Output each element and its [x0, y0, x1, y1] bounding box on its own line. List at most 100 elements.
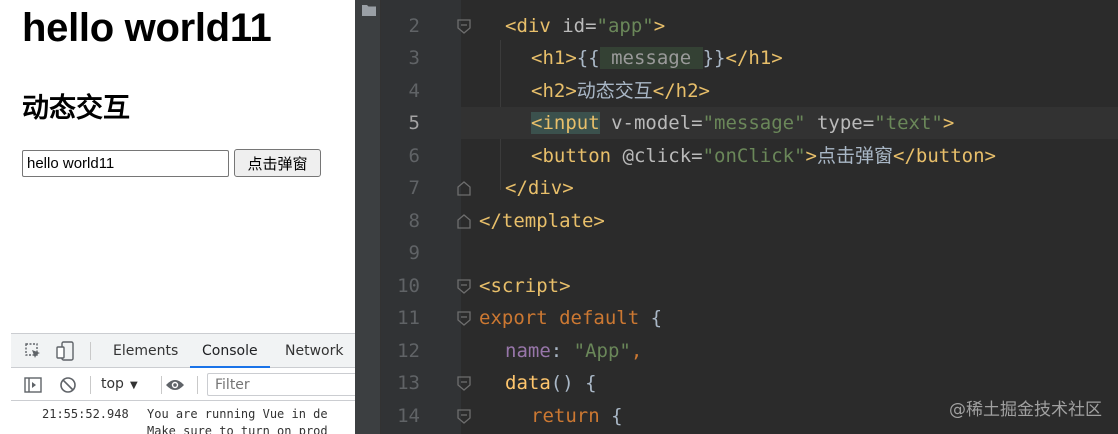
code-line[interactable]: 6 <button @click="onClick">点击弹窗</button>: [409, 140, 1118, 172]
line-number: 13: [397, 372, 420, 394]
code-text: export default {: [479, 302, 662, 334]
browser-preview: hello world11 动态交互 点击弹窗 Elements Console…: [0, 0, 355, 434]
code-line[interactable]: 11 export default {: [397, 302, 1118, 334]
context-label: top: [101, 376, 124, 392]
line-number: 4: [408, 80, 420, 102]
code-token: </template>: [479, 210, 605, 232]
code-token: () {: [550, 372, 597, 394]
console-filter-input[interactable]: [207, 373, 355, 396]
code-token: "app": [596, 15, 654, 37]
inspect-element-icon[interactable]: [22, 340, 44, 362]
code-line[interactable]: 9: [409, 237, 1118, 269]
toolbar-divider: [161, 376, 162, 394]
code-token: {: [599, 405, 623, 427]
page-subheading: 动态交互: [22, 93, 130, 123]
code-text: </div>: [505, 172, 574, 204]
code-text: <div id="app">: [505, 10, 665, 42]
code-text: <h1>{{ message }}</h1>: [531, 42, 783, 74]
code-text: <script>: [479, 270, 571, 302]
log-timestamp: 21:55:52.948: [42, 407, 129, 421]
code-line[interactable]: 4 <h2>动态交互</h2>: [409, 75, 1118, 107]
device-toolbar-icon[interactable]: [54, 340, 76, 362]
tab-network[interactable]: Network: [285, 334, 343, 368]
code-token: </h1>: [725, 47, 783, 69]
code-token: "message": [702, 112, 806, 134]
code-editor[interactable]: 2 <div id="app"> 3 <h1>{{ message }}</h1…: [355, 0, 1118, 434]
code-line[interactable]: 12 name: "App",: [397, 335, 1118, 367]
code-text: </template>: [479, 205, 605, 237]
fold-marker-icon[interactable]: [457, 376, 471, 391]
line-number: 14: [397, 405, 420, 427]
line-number: 9: [408, 242, 420, 264]
code-text: name: "App",: [505, 335, 642, 367]
code-token: >: [653, 15, 666, 37]
line-number: 6: [408, 145, 420, 167]
log-message: You are running Vue in de: [147, 407, 328, 421]
code-text: return {: [531, 400, 623, 432]
code-token: data: [505, 372, 551, 394]
devtools-tabbar: Elements Console Network: [11, 334, 355, 368]
code-token: 点击弹窗: [817, 145, 894, 167]
console-toolbar: top ▼: [11, 368, 355, 401]
code-token: :: [550, 340, 574, 362]
code-token: type=: [805, 112, 875, 134]
code-token: id=: [562, 15, 597, 37]
line-number: 3: [408, 47, 420, 69]
toolbar-divider: [90, 376, 91, 394]
caret-down-icon: ▼: [129, 380, 138, 391]
code-text: data() {: [505, 367, 597, 399]
console-output: 21:55:52.948 You are running Vue in de M…: [11, 401, 355, 434]
fold-end-marker-icon[interactable]: [457, 181, 471, 196]
line-number: 11: [397, 307, 420, 329]
code-token: >: [942, 112, 955, 134]
code-token: v-model=: [599, 112, 703, 134]
code-line[interactable]: 8 </template>: [409, 205, 1118, 237]
fold-marker-icon[interactable]: [457, 409, 471, 424]
code-line[interactable]: 7 </div>: [409, 172, 1118, 204]
code-line-current[interactable]: 5 <input v-model="message" type="text">: [409, 107, 1118, 139]
code-token: default: [547, 307, 640, 329]
code-token: >: [805, 145, 817, 167]
tabbar-divider: [90, 342, 91, 360]
message-input[interactable]: [22, 150, 229, 177]
eye-icon[interactable]: [164, 374, 186, 396]
code-token: <button: [531, 145, 623, 167]
tab-elements[interactable]: Elements: [113, 334, 178, 368]
clear-console-icon[interactable]: [57, 374, 79, 396]
code-token: 动态交互: [576, 80, 653, 102]
code-line[interactable]: 2 <div id="app">: [409, 10, 1118, 42]
fold-marker-icon[interactable]: [457, 19, 471, 34]
code-token: export: [479, 307, 548, 329]
sidebar-toggle-icon[interactable]: [22, 374, 44, 396]
code-token: </div>: [505, 177, 574, 199]
code-token: <div: [505, 15, 563, 37]
popup-button[interactable]: 点击弹窗: [234, 149, 321, 177]
code-token: "onClick": [702, 145, 806, 167]
code-token: </button>: [893, 145, 996, 167]
line-number: 8: [408, 210, 420, 232]
line-number: 5: [408, 112, 420, 134]
code-token: name: [505, 340, 551, 362]
code-token: <script>: [479, 275, 571, 297]
code-token: </h2>: [652, 80, 710, 102]
code-token: <h1>: [531, 47, 577, 69]
code-token: "App": [573, 340, 631, 362]
code-token: {{: [576, 47, 600, 69]
code-token: message: [599, 47, 703, 69]
fold-marker-icon[interactable]: [457, 311, 471, 326]
code-token: ,: [630, 340, 643, 362]
line-number: 2: [408, 15, 420, 37]
context-selector[interactable]: top ▼: [101, 368, 138, 401]
page-heading: hello world11: [22, 6, 272, 50]
fold-marker-icon[interactable]: [457, 279, 471, 294]
code-token: <h2>: [531, 80, 577, 102]
fold-end-marker-icon[interactable]: [457, 214, 471, 229]
code-line[interactable]: 3 <h1>{{ message }}</h1>: [409, 42, 1118, 74]
line-number: 12: [397, 340, 420, 362]
tab-console[interactable]: Console: [190, 334, 270, 368]
line-number: 10: [397, 275, 420, 297]
log-message: Make sure to turn on prod: [147, 424, 328, 434]
code-token: @click=: [622, 145, 703, 167]
watermark: @稀土掘金技术社区: [949, 400, 1102, 420]
code-line[interactable]: 10 <script>: [397, 270, 1118, 302]
